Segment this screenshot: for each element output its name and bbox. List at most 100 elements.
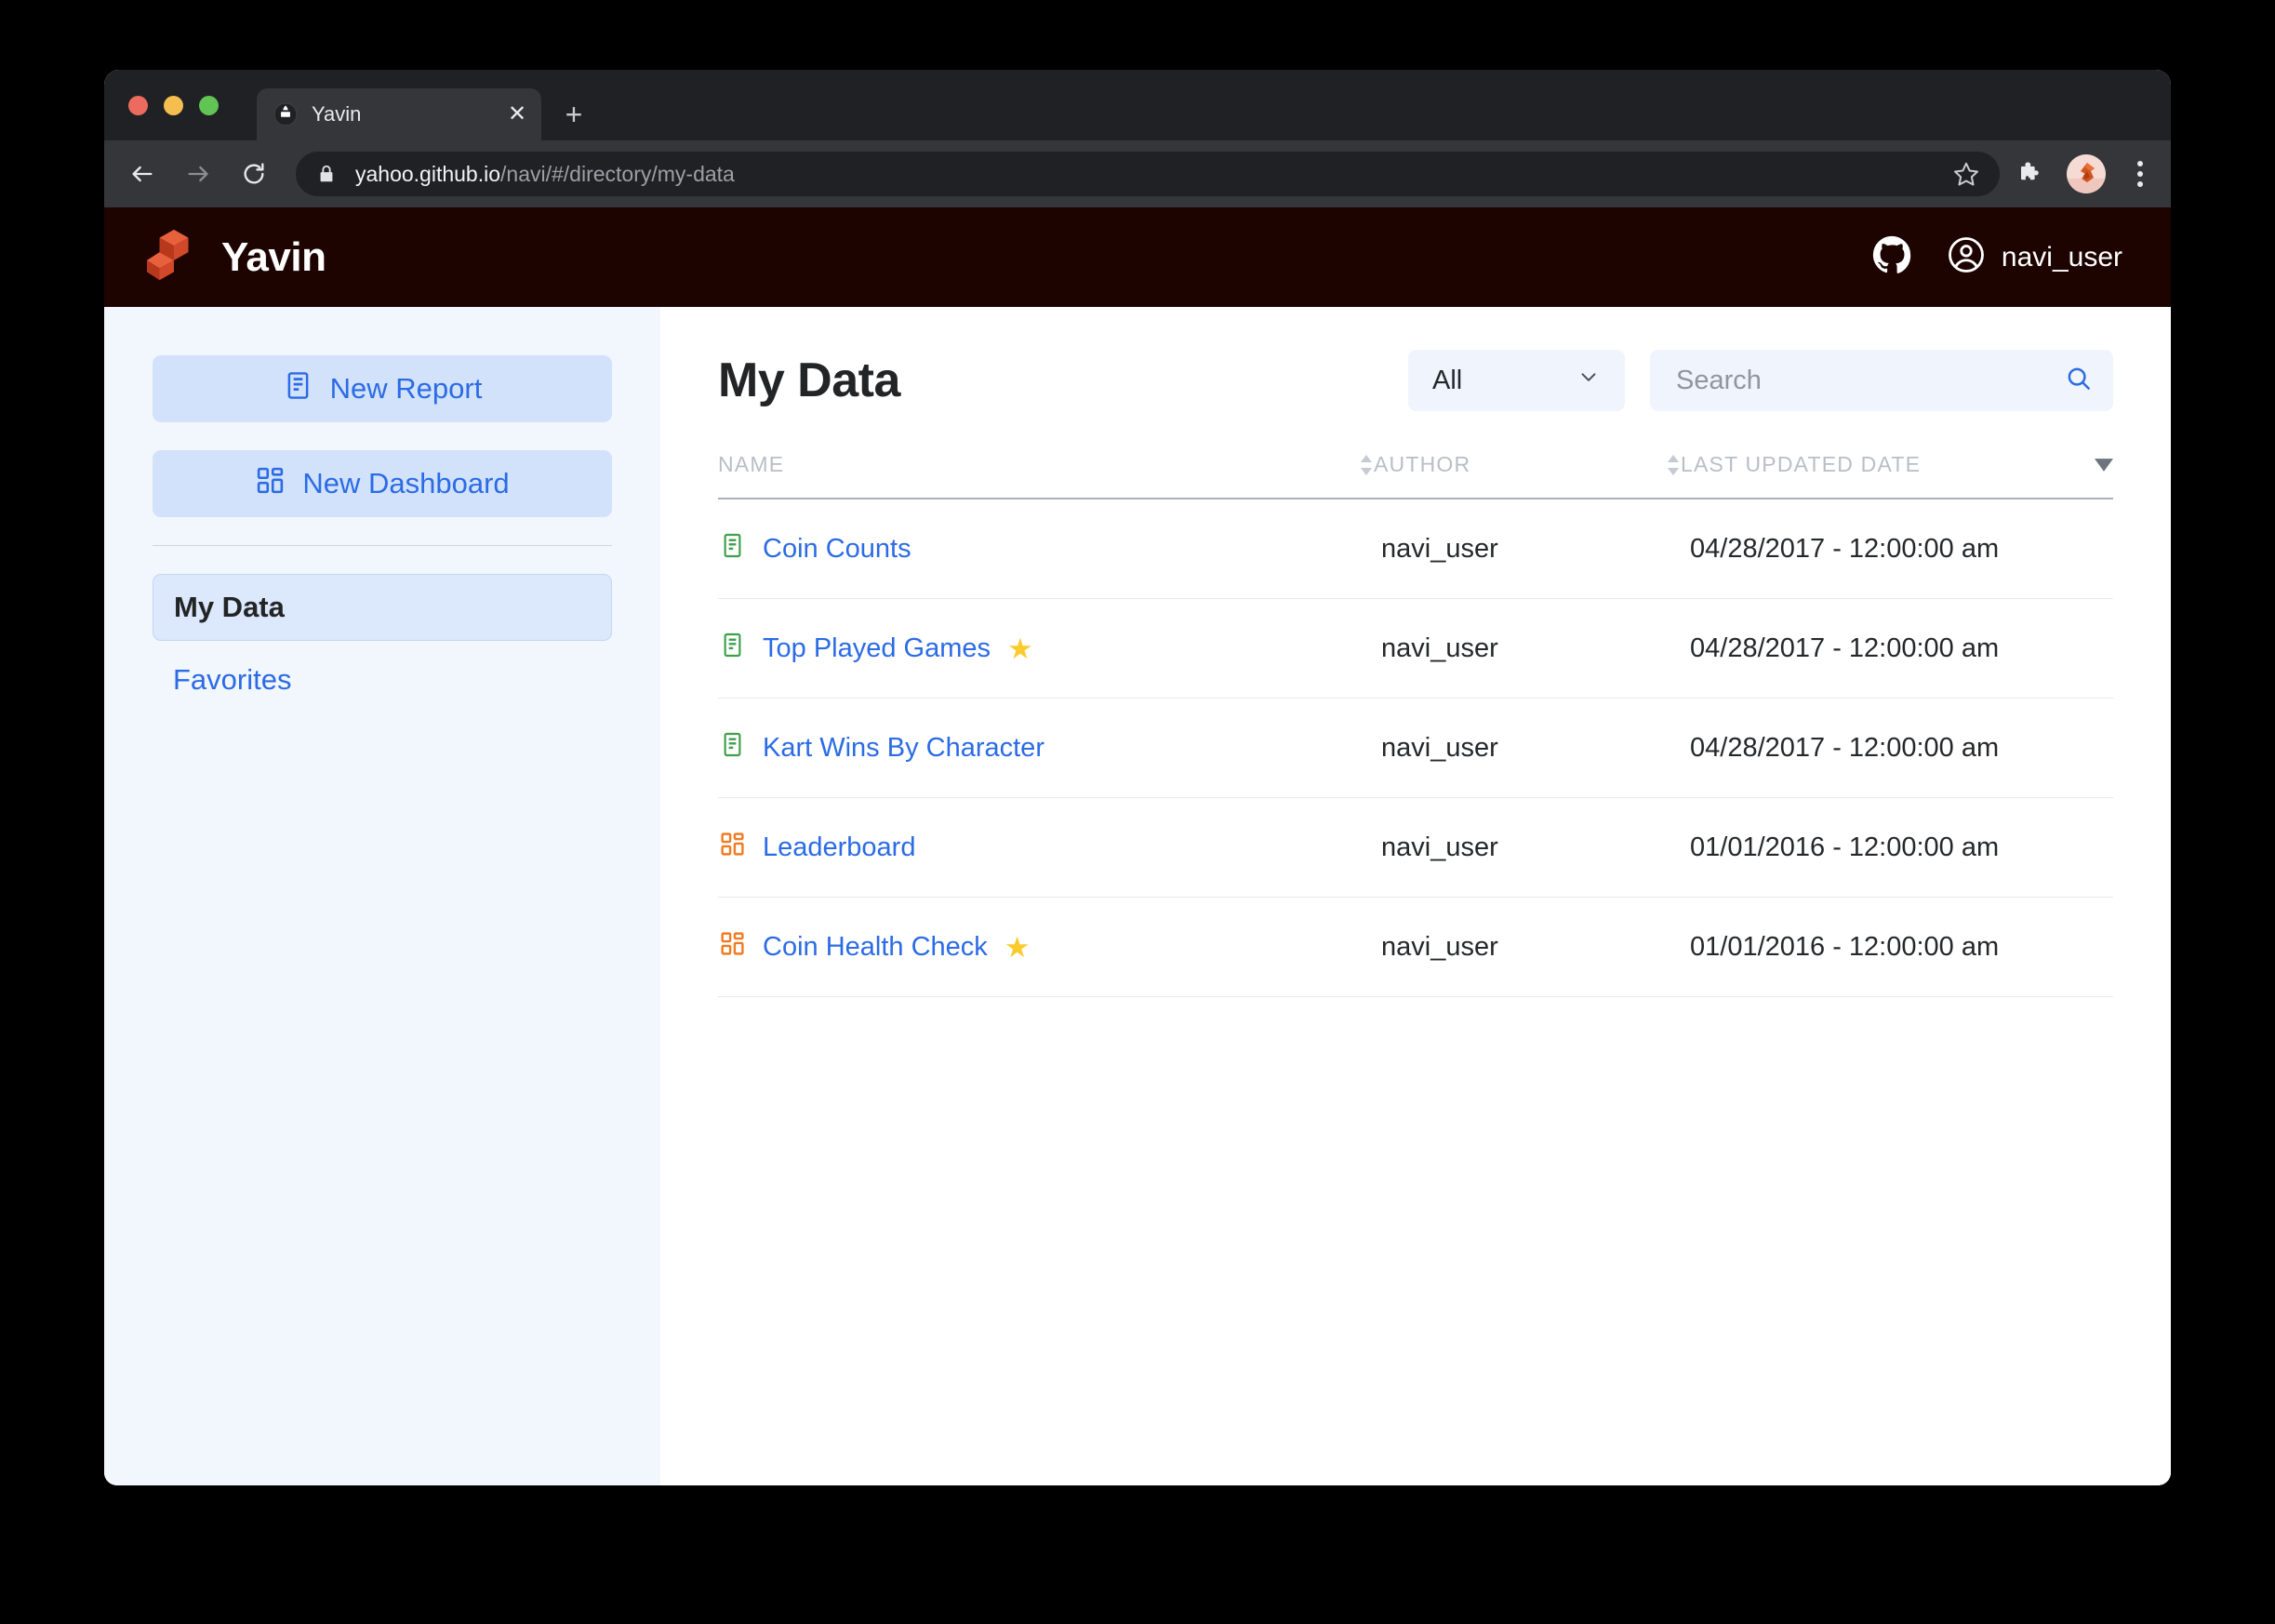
puzzle-piece-icon[interactable]	[2015, 158, 2046, 190]
my-data-table: NAME AUTHOR LAST UPDATED DATE Coin Count…	[718, 452, 2113, 997]
address-bar-url: yahoo.github.io/navi/#/directory/my-data	[355, 162, 735, 187]
cell-last-updated: 01/01/2016 - 12:00:00 am	[1681, 797, 2113, 898]
lock-icon	[316, 164, 337, 184]
page-title: My Data	[718, 353, 900, 407]
cell-last-updated: 04/28/2017 - 12:00:00 am	[1681, 698, 2113, 798]
report-icon	[719, 532, 746, 566]
sidebar-item-favorites[interactable]: Favorites	[153, 646, 612, 713]
sidebar: New Report New Dashboard My Data Favorit…	[104, 307, 660, 1485]
sidebar-item-my-data[interactable]: My Data	[153, 574, 612, 641]
column-header-label: NAME	[718, 452, 785, 476]
globe-icon	[273, 102, 298, 126]
cell-name: Coin Health Check ★	[718, 897, 1374, 997]
column-header-label: AUTHOR	[1374, 452, 1471, 476]
brand[interactable]: Yavin	[145, 226, 326, 288]
app-header: Yavin navi_user	[104, 207, 2171, 307]
item-link[interactable]: Leaderboard	[763, 832, 915, 863]
user-name: navi_user	[2001, 241, 2122, 273]
cell-author: navi_user	[1374, 897, 1681, 997]
search-icon[interactable]	[2065, 365, 2093, 397]
sort-updown-icon[interactable]	[1666, 454, 1681, 475]
three-dot-menu-icon[interactable]	[2126, 155, 2154, 193]
table-body: Coin Counts navi_user 04/28/2017 - 12:00…	[718, 499, 2113, 997]
url-path: /navi/#/directory/my-data	[500, 161, 735, 186]
cell-author: navi_user	[1374, 598, 1681, 699]
cell-name: Top Played Games ★	[718, 598, 1374, 699]
table-header: NAME AUTHOR LAST UPDATED DATE	[718, 452, 2113, 499]
cell-last-updated: 04/28/2017 - 12:00:00 am	[1681, 499, 2113, 599]
dashboard-grid-icon	[255, 465, 286, 503]
sidebar-divider	[153, 545, 612, 546]
header-actions: navi_user	[1872, 235, 2122, 279]
table-row[interactable]: Leaderboard navi_user 01/01/2016 - 12:00…	[718, 797, 2113, 898]
item-link[interactable]: Top Played Games	[763, 633, 991, 664]
brand-name: Yavin	[221, 233, 326, 280]
toolbar-actions	[2009, 154, 2154, 193]
report-icon	[719, 632, 746, 666]
maximize-window-button[interactable]	[199, 96, 219, 115]
type-filter-value: All	[1432, 365, 1463, 395]
item-link[interactable]: Kart Wins By Character	[763, 733, 1044, 764]
address-bar[interactable]: yahoo.github.io/navi/#/directory/my-data	[296, 152, 2000, 196]
profile-avatar-icon[interactable]	[2067, 154, 2106, 193]
search-box[interactable]	[1650, 350, 2113, 411]
cell-author: navi_user	[1374, 698, 1681, 798]
new-dashboard-button[interactable]: New Dashboard	[153, 450, 612, 517]
close-icon[interactable]: ✕	[504, 101, 530, 127]
arrow-right-icon[interactable]	[177, 153, 220, 195]
column-header-label: LAST UPDATED DATE	[1681, 452, 1922, 476]
tab-strip: Yavin ✕ +	[104, 70, 2171, 140]
column-header-name[interactable]: NAME	[718, 452, 1374, 499]
browser-tab[interactable]: Yavin ✕	[257, 88, 541, 140]
item-link[interactable]: Coin Counts	[763, 534, 911, 565]
new-report-label: New Report	[329, 372, 483, 405]
sidebar-item-label: My Data	[174, 591, 285, 623]
user-menu[interactable]: navi_user	[1947, 235, 2122, 279]
main-content: My Data All Search NAME AUTHOR LAST UPDA…	[660, 307, 2171, 1485]
favorite-star-icon[interactable]: ★	[1007, 634, 1033, 663]
dashboard-icon	[719, 831, 746, 865]
report-icon	[719, 731, 746, 765]
star-outline-icon[interactable]	[1948, 155, 1985, 193]
item-link[interactable]: Coin Health Check	[763, 932, 988, 963]
table-row[interactable]: Coin Health Check ★ navi_user 01/01/2016…	[718, 897, 2113, 997]
type-filter-dropdown[interactable]: All	[1408, 350, 1625, 411]
browser-toolbar: yahoo.github.io/navi/#/directory/my-data	[104, 140, 2171, 207]
new-dashboard-label: New Dashboard	[302, 467, 510, 499]
chevron-down-icon	[1577, 365, 1601, 396]
table-row[interactable]: Top Played Games ★ navi_user 04/28/2017 …	[718, 598, 2113, 699]
plus-icon[interactable]: +	[558, 100, 590, 131]
cell-last-updated: 01/01/2016 - 12:00:00 am	[1681, 897, 2113, 997]
table-header-row: NAME AUTHOR LAST UPDATED DATE	[718, 452, 2113, 499]
new-report-button[interactable]: New Report	[153, 355, 612, 422]
table-row[interactable]: Kart Wins By Character navi_user 04/28/2…	[718, 698, 2113, 798]
sort-updown-icon[interactable]	[1359, 454, 1374, 475]
column-header-author[interactable]: AUTHOR	[1374, 452, 1681, 499]
yavin-cubes-logo-icon	[145, 226, 203, 288]
arrow-left-icon[interactable]	[121, 153, 164, 195]
github-icon[interactable]	[1872, 235, 1911, 279]
search-input[interactable]	[1674, 364, 2065, 397]
table-row[interactable]: Coin Counts navi_user 04/28/2017 - 12:00…	[718, 499, 2113, 599]
document-report-icon	[283, 370, 313, 408]
cell-name: Kart Wins By Character	[718, 698, 1374, 798]
url-host: yahoo.github.io	[355, 161, 501, 186]
column-header-last-updated-date[interactable]: LAST UPDATED DATE	[1681, 452, 2113, 499]
dashboard-icon	[719, 930, 746, 965]
sidebar-item-label: Favorites	[173, 663, 292, 696]
cell-name: Coin Counts	[718, 499, 1374, 599]
browser-window: Yavin ✕ + yahoo.github.io/navi/#/directo…	[104, 70, 2171, 1485]
cell-author: navi_user	[1374, 797, 1681, 898]
tab-title: Yavin	[312, 102, 362, 126]
cell-author: navi_user	[1374, 499, 1681, 599]
sort-desc-icon[interactable]	[2095, 458, 2113, 472]
user-circle-icon	[1947, 235, 1986, 279]
cell-name: Leaderboard	[718, 797, 1374, 898]
app-body: New Report New Dashboard My Data Favorit…	[104, 307, 2171, 1485]
window-traffic-lights	[128, 96, 219, 115]
reload-icon[interactable]	[233, 153, 275, 195]
minimize-window-button[interactable]	[164, 96, 183, 115]
favorite-star-icon[interactable]: ★	[1004, 933, 1031, 962]
close-window-button[interactable]	[128, 96, 148, 115]
cell-last-updated: 04/28/2017 - 12:00:00 am	[1681, 598, 2113, 699]
